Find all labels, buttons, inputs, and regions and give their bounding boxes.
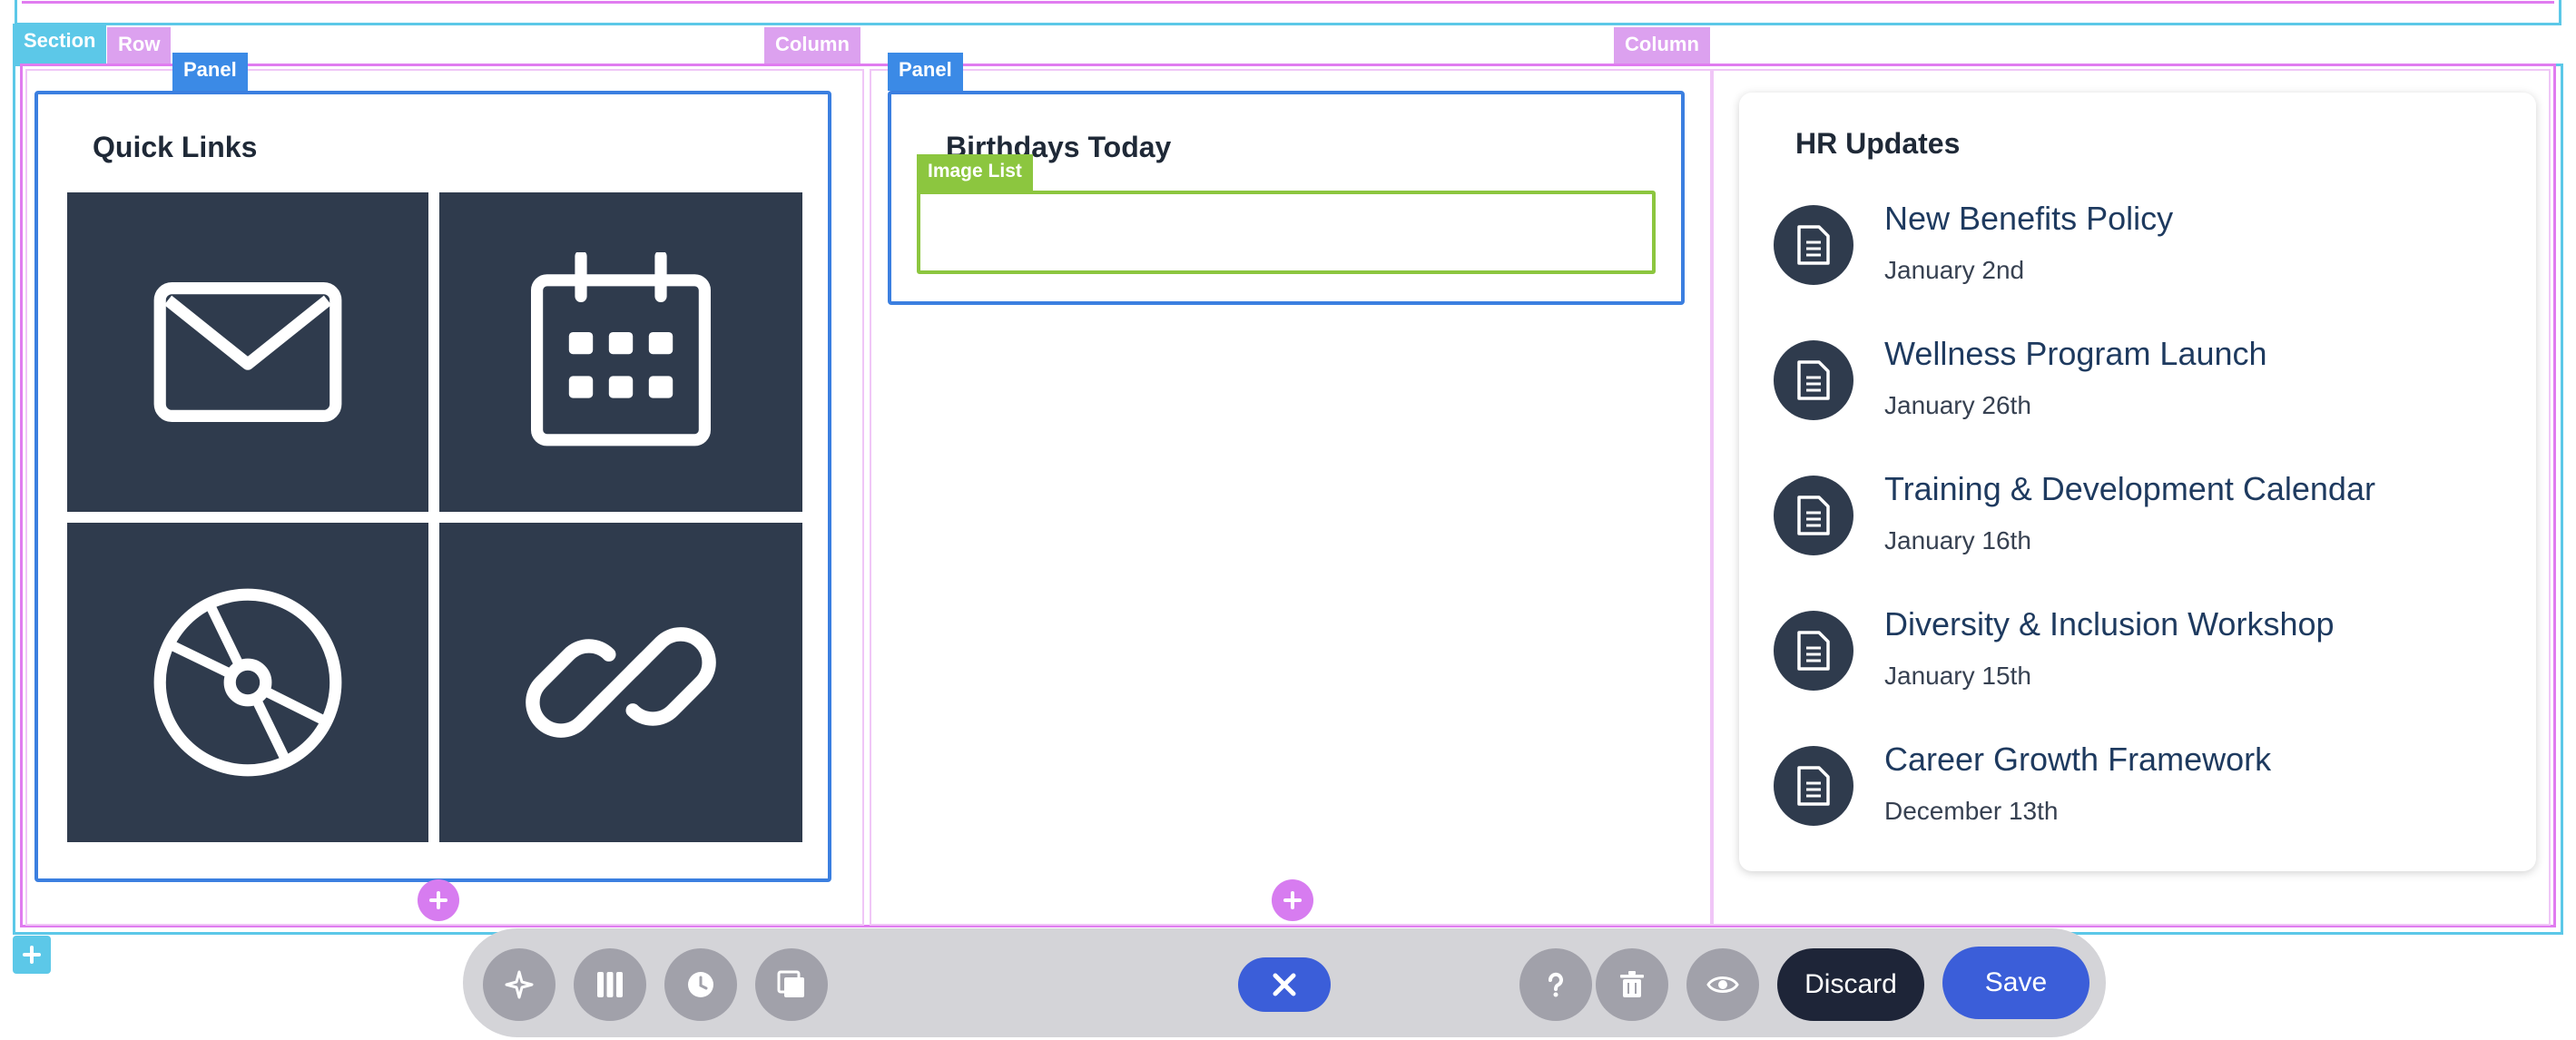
layers-icon xyxy=(777,970,804,997)
image-list-tag[interactable]: Image List xyxy=(917,154,1033,192)
hr-update-item[interactable]: Wellness Program Launch January 26th xyxy=(1739,320,2536,456)
help-button[interactable] xyxy=(1519,948,1592,1021)
panel-tag-1[interactable]: Panel xyxy=(172,53,248,91)
document-icon xyxy=(1774,476,1853,555)
discard-button[interactable]: Discard xyxy=(1777,948,1924,1021)
calendar-icon xyxy=(531,252,711,446)
quick-link-calendar-tile[interactable] xyxy=(439,192,802,512)
hr-update-date: January 2nd xyxy=(1884,256,2025,284)
hr-update-title[interactable]: Training & Development Calendar xyxy=(1884,470,2375,508)
quick-links-panel[interactable]: Quick Links xyxy=(34,91,831,882)
column-tag-1[interactable]: Column xyxy=(764,27,860,64)
clock-icon xyxy=(688,972,713,997)
hr-update-item[interactable]: Training & Development Calendar January … xyxy=(1739,456,2536,592)
ai-sparkle-button[interactable] xyxy=(483,948,556,1021)
close-editor-button[interactable] xyxy=(1238,957,1331,1012)
plus-icon xyxy=(429,891,447,909)
add-block-button-column-1[interactable] xyxy=(418,879,459,921)
layers-button[interactable] xyxy=(755,948,828,1021)
plus-icon xyxy=(1283,891,1302,909)
birthdays-panel[interactable]: Birthdays Today Image List xyxy=(888,91,1685,305)
section-tag[interactable]: Section xyxy=(13,24,107,64)
image-list-placeholder[interactable] xyxy=(917,191,1656,274)
mail-icon xyxy=(153,282,342,422)
delete-button[interactable] xyxy=(1596,948,1668,1021)
editor-toolbar: Discard Save xyxy=(463,928,2106,1037)
eye-icon xyxy=(1706,976,1739,993)
quick-link-mail-tile[interactable] xyxy=(67,192,428,512)
hr-updates-title: HR Updates xyxy=(1795,127,1961,160)
hr-update-date: January 15th xyxy=(1884,662,2031,690)
trash-icon xyxy=(1620,971,1644,997)
hr-update-title[interactable]: Career Growth Framework xyxy=(1884,741,2271,779)
sparkle-icon xyxy=(505,970,534,999)
question-icon xyxy=(1549,972,1563,997)
plus-icon xyxy=(23,946,41,964)
add-block-button-column-2[interactable] xyxy=(1272,879,1313,921)
quick-links-title: Quick Links xyxy=(93,131,258,163)
top-row-outline xyxy=(22,0,2554,4)
link-icon xyxy=(526,627,716,738)
hr-update-item[interactable]: New Benefits Policy January 2nd xyxy=(1739,185,2536,321)
columns-icon xyxy=(597,972,623,997)
save-button[interactable]: Save xyxy=(1942,947,2089,1019)
hr-update-item[interactable]: Career Growth Framework December 13th xyxy=(1739,726,2536,862)
document-icon xyxy=(1774,340,1853,420)
document-icon xyxy=(1774,611,1853,691)
hr-update-title[interactable]: New Benefits Policy xyxy=(1884,200,2173,238)
preview-button[interactable] xyxy=(1686,948,1759,1021)
document-icon xyxy=(1774,205,1853,285)
column-tag-2[interactable]: Column xyxy=(1614,27,1710,64)
hr-update-title[interactable]: Diversity & Inclusion Workshop xyxy=(1884,605,2335,643)
hr-update-date: January 16th xyxy=(1884,526,2031,554)
panel-tag-2[interactable]: Panel xyxy=(888,53,963,91)
columns-layout-button[interactable] xyxy=(574,948,646,1021)
close-icon xyxy=(1273,973,1296,996)
hr-update-date: December 13th xyxy=(1884,797,2059,825)
quick-link-disc-tile[interactable] xyxy=(67,523,428,842)
hr-update-item[interactable]: Diversity & Inclusion Workshop January 1… xyxy=(1739,591,2536,727)
quick-link-chain-tile[interactable] xyxy=(439,523,802,842)
top-section-outline xyxy=(15,0,2561,25)
row-tag[interactable]: Row xyxy=(107,27,172,64)
hr-updates-card[interactable]: HR Updates New Benefits Policy January 2… xyxy=(1739,93,2536,871)
document-icon xyxy=(1774,746,1853,826)
hr-update-date: January 26th xyxy=(1884,391,2031,419)
disc-icon xyxy=(153,588,342,777)
history-button[interactable] xyxy=(664,948,737,1021)
hr-update-title[interactable]: Wellness Program Launch xyxy=(1884,335,2267,373)
add-section-button[interactable] xyxy=(13,936,51,974)
